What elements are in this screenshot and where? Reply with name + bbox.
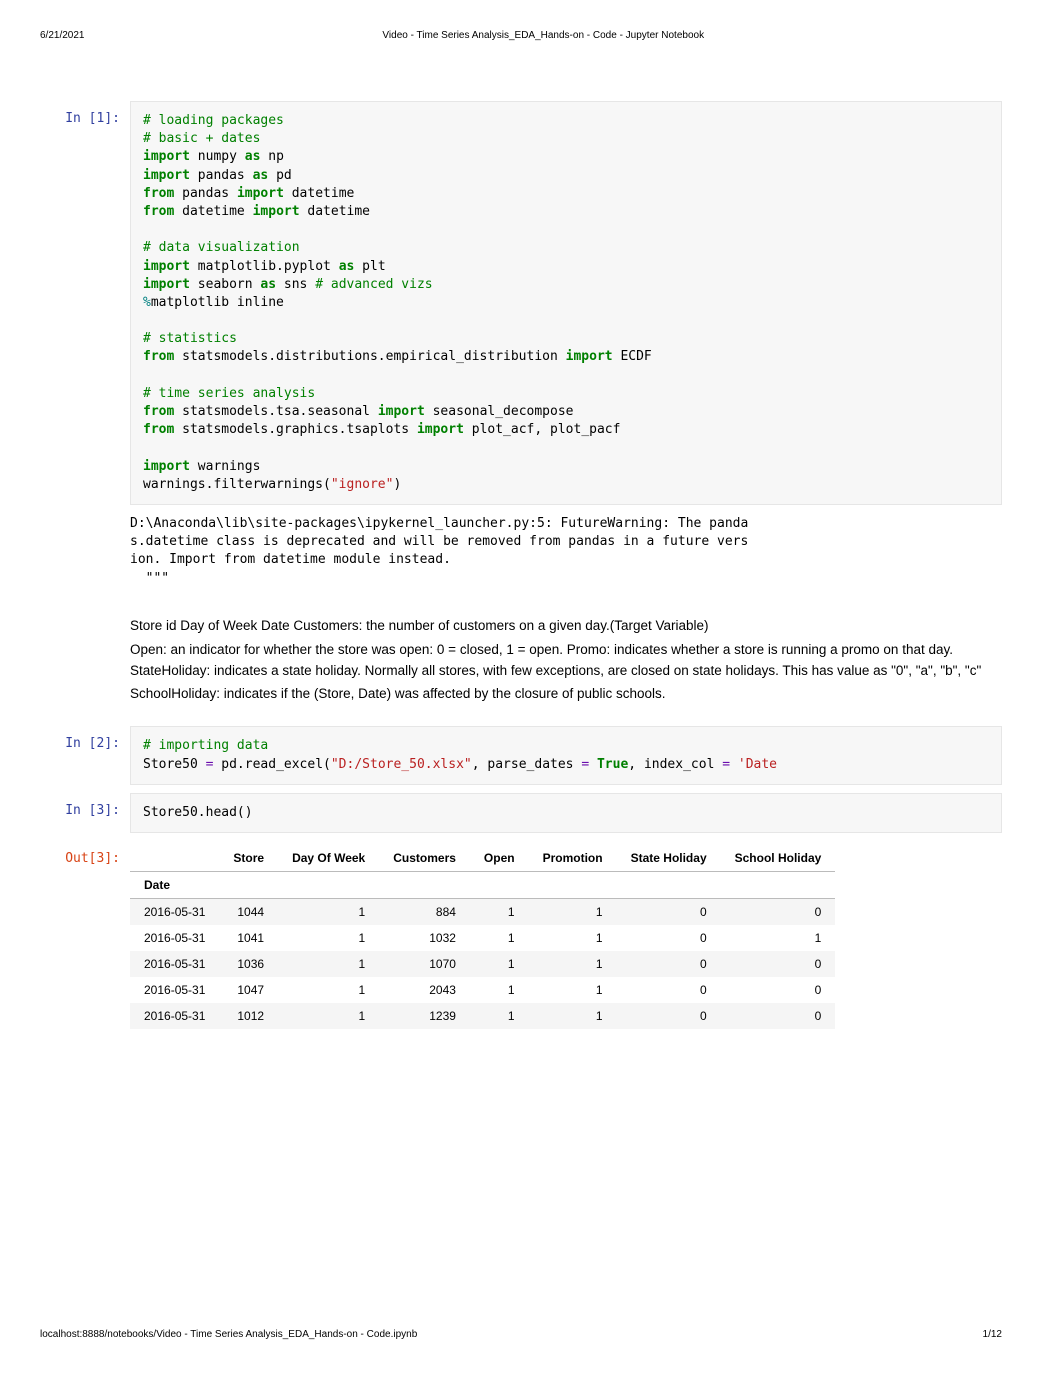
table-cell: 0	[617, 951, 721, 977]
table-cell: 0	[617, 1003, 721, 1029]
table-cell: 1	[278, 1003, 379, 1029]
table-cell: 0	[721, 1003, 836, 1029]
table-cell: 1	[529, 898, 617, 925]
table-cell: 1	[721, 925, 836, 951]
prompt-in-3: In [3]:	[40, 793, 130, 833]
table-cell: 1041	[219, 925, 278, 951]
table-cell: 1036	[219, 951, 278, 977]
cell-1: In [1]: # loading packages # basic + dat…	[40, 101, 1002, 598]
table-cell: 0	[617, 898, 721, 925]
col-day-of-week: Day Of Week	[278, 845, 379, 872]
table-row: 2016-05-31104418841100	[130, 898, 835, 925]
page-footer: localhost:8888/notebooks/Video - Time Se…	[40, 1329, 1002, 1340]
footer-page: 1/12	[983, 1329, 1002, 1340]
prompt-out-3: Out[3]:	[40, 841, 130, 1029]
markdown-cell: Store id Day of Week Date Customers: the…	[40, 606, 1002, 719]
page-header: 6/21/2021 Video - Time Series Analysis_E…	[40, 30, 1002, 41]
table-cell: 1070	[379, 951, 470, 977]
page: 6/21/2021 Video - Time Series Analysis_E…	[0, 0, 1062, 1370]
markdown-line-2: Open: an indicator for whether the store…	[130, 640, 990, 682]
table-row: 2016-05-311036110701100	[130, 951, 835, 977]
code-cell-1[interactable]: # loading packages # basic + dates impor…	[130, 101, 1002, 505]
footer-url: localhost:8888/notebooks/Video - Time Se…	[40, 1329, 417, 1340]
table-index-name-row: Date	[130, 871, 835, 898]
table-cell: 1239	[379, 1003, 470, 1029]
table-cell: 1	[470, 1003, 529, 1029]
row-index: 2016-05-31	[130, 977, 219, 1003]
table-cell: 1	[470, 977, 529, 1003]
table-cell: 1	[529, 925, 617, 951]
table-cell: 0	[617, 977, 721, 1003]
table-cell: 1032	[379, 925, 470, 951]
table-cell: 1	[278, 898, 379, 925]
table-cell: 1	[278, 977, 379, 1003]
table-cell: 884	[379, 898, 470, 925]
row-index: 2016-05-31	[130, 951, 219, 977]
table-cell: 1	[278, 925, 379, 951]
cell-3: In [3]: Store50.head()	[40, 793, 1002, 833]
row-index: 2016-05-31	[130, 1003, 219, 1029]
prompt-in-2: In [2]:	[40, 726, 130, 784]
col-open: Open	[470, 845, 529, 872]
table-row: 2016-05-311012112391100	[130, 1003, 835, 1029]
table-cell: 0	[721, 951, 836, 977]
header-date: 6/21/2021	[40, 30, 85, 41]
table-cell: 0	[721, 898, 836, 925]
dataframe-table: Store Day Of Week Customers Open Promoti…	[130, 845, 835, 1029]
table-cell: 1	[470, 925, 529, 951]
table-row: 2016-05-311047120431100	[130, 977, 835, 1003]
table-cell: 1	[470, 898, 529, 925]
output-cell-1: D:\Anaconda\lib\site-packages\ipykernel_…	[130, 505, 1002, 598]
col-customers: Customers	[379, 845, 470, 872]
table-cell: 1	[529, 1003, 617, 1029]
col-school-holiday: School Holiday	[721, 845, 836, 872]
markdown-line-3: SchoolHoliday: indicates if the (Store, …	[130, 684, 990, 705]
table-cell: 2043	[379, 977, 470, 1003]
table-cell: 1012	[219, 1003, 278, 1029]
markdown-text: Store id Day of Week Date Customers: the…	[130, 606, 1002, 719]
col-promotion: Promotion	[529, 845, 617, 872]
index-name: Date	[130, 871, 219, 898]
prompt-in-1: In [1]:	[40, 101, 130, 598]
row-index: 2016-05-31	[130, 925, 219, 951]
col-store: Store	[219, 845, 278, 872]
cell-3-output: Out[3]: Store Day Of Week Customers Open…	[40, 841, 1002, 1029]
table-cell: 1	[278, 951, 379, 977]
table-cell: 0	[617, 925, 721, 951]
table-cell: 1	[529, 951, 617, 977]
table-header-row: Store Day Of Week Customers Open Promoti…	[130, 845, 835, 872]
table-cell: 1044	[219, 898, 278, 925]
table-row: 2016-05-311041110321101	[130, 925, 835, 951]
table-cell: 1	[529, 977, 617, 1003]
table-cell: 0	[721, 977, 836, 1003]
table-cell: 1	[470, 951, 529, 977]
code-cell-3[interactable]: Store50.head()	[130, 793, 1002, 833]
markdown-line-1: Store id Day of Week Date Customers: the…	[130, 616, 990, 637]
cell-2: In [2]: # importing data Store50 = pd.re…	[40, 726, 1002, 784]
row-index: 2016-05-31	[130, 898, 219, 925]
code-cell-2[interactable]: # importing data Store50 = pd.read_excel…	[130, 726, 1002, 784]
col-state-holiday: State Holiday	[617, 845, 721, 872]
header-title: Video - Time Series Analysis_EDA_Hands-o…	[382, 30, 704, 41]
table-cell: 1047	[219, 977, 278, 1003]
